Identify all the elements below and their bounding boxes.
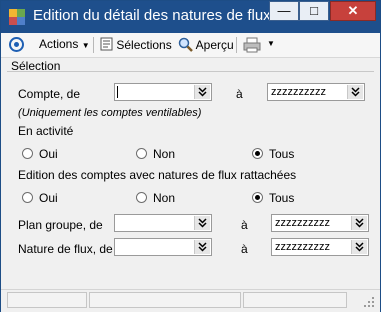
double-chevron-down-icon — [355, 242, 364, 252]
activite-non-radio[interactable] — [136, 148, 147, 159]
dialog-window: Edition du détail des natures de flux — … — [0, 0, 381, 312]
magnifier-icon — [178, 37, 193, 52]
edition-non-radio[interactable] — [136, 192, 147, 203]
edition-tous-label: Tous — [269, 191, 295, 205]
activite-tous-radio[interactable] — [252, 148, 263, 159]
edition-oui-radio[interactable] — [22, 192, 33, 203]
double-chevron-down-icon — [198, 87, 207, 97]
activite-oui-label: Oui — [39, 147, 58, 161]
toolbar-separator — [93, 37, 94, 53]
plan-to-value: zzzzzzzzzz — [275, 217, 330, 229]
toolbar-separator — [236, 37, 237, 53]
print-dropdown-icon[interactable]: ▼ — [267, 39, 275, 48]
target-icon[interactable] — [9, 37, 24, 52]
title-bar[interactable]: Edition du détail des natures de flux — … — [1, 1, 380, 33]
dropdown-button[interactable] — [194, 85, 210, 99]
a-label: à — [241, 242, 248, 256]
selections-button[interactable]: Sélections — [100, 37, 172, 52]
a-label: à — [236, 87, 243, 101]
nature-to-combo[interactable]: zzzzzzzzzz — [271, 238, 369, 256]
nature-flux-label: Nature de flux, de — [18, 242, 113, 256]
edition-oui-label: Oui — [39, 191, 58, 205]
plan-groupe-label: Plan groupe, de — [18, 218, 103, 232]
nature-to-value: zzzzzzzzzz — [275, 241, 330, 253]
edition-label: Edition des comptes avec natures de flux… — [18, 168, 297, 182]
dropdown-button[interactable] — [194, 216, 210, 230]
double-chevron-down-icon — [351, 87, 360, 97]
chevron-down-icon: ▼ — [81, 41, 90, 50]
section-divider — [7, 71, 374, 72]
activite-tous-label: Tous — [269, 147, 295, 161]
window-title: Edition du détail des natures de flux — [33, 7, 271, 24]
compte-to-value: zzzzzzzzzz — [271, 86, 326, 98]
apercu-label: Aperçu — [195, 38, 234, 52]
actions-label: Actions — [39, 37, 79, 51]
close-icon: ✕ — [347, 3, 359, 18]
text-cursor — [117, 86, 118, 98]
maximize-button[interactable]: □ — [299, 1, 329, 21]
edition-tous-radio[interactable] — [252, 192, 263, 203]
toolbar: Actions ▼ Sélections Aperçu ▼ — [1, 33, 380, 58]
selections-label: Sélections — [116, 38, 172, 52]
en-activite-label: En activité — [18, 124, 74, 138]
printer-icon[interactable] — [243, 37, 261, 53]
minimize-button[interactable]: — — [269, 1, 299, 21]
double-chevron-down-icon — [198, 242, 207, 252]
maximize-icon: □ — [310, 3, 318, 18]
status-cell — [243, 292, 347, 308]
nature-from-combo[interactable] — [114, 238, 212, 256]
minimize-icon: — — [277, 3, 291, 18]
a-label: à — [241, 218, 248, 232]
status-cell — [7, 292, 87, 308]
double-chevron-down-icon — [355, 218, 364, 228]
dropdown-button[interactable] — [351, 240, 367, 254]
dropdown-button[interactable] — [347, 85, 363, 99]
plan-to-combo[interactable]: zzzzzzzzzz — [271, 214, 369, 232]
compte-from-combo[interactable] — [114, 83, 212, 101]
compte-to-combo[interactable]: zzzzzzzzzz — [267, 83, 365, 101]
activite-non-label: Non — [153, 147, 176, 161]
compte-label: Compte, de — [18, 87, 81, 101]
app-icon — [9, 9, 25, 25]
hint-text: (Uniquement les comptes ventilables) — [18, 107, 202, 119]
activite-oui-radio[interactable] — [22, 148, 33, 159]
dropdown-button[interactable] — [194, 240, 210, 254]
edition-non-label: Non — [153, 191, 176, 205]
actions-menu[interactable]: Actions ▼ — [39, 37, 90, 51]
resize-grip-icon[interactable] — [363, 296, 375, 308]
document-icon — [100, 37, 113, 51]
apercu-button[interactable]: Aperçu — [178, 37, 234, 52]
plan-from-combo[interactable] — [114, 214, 212, 232]
status-cell — [89, 292, 241, 308]
close-button[interactable]: ✕ — [330, 1, 376, 21]
status-bar — [1, 289, 380, 312]
dropdown-button[interactable] — [351, 216, 367, 230]
double-chevron-down-icon — [198, 218, 207, 228]
